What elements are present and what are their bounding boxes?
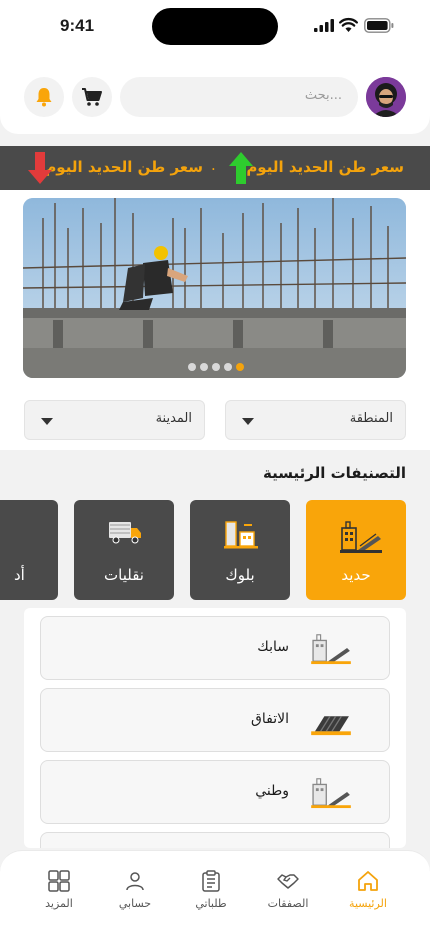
list-item[interactable]: سابك	[40, 616, 390, 680]
banner-image[interactable]	[23, 198, 406, 378]
pagination-dot[interactable]	[200, 363, 208, 371]
steel-icon	[311, 778, 351, 809]
wifi-icon	[339, 17, 358, 32]
arrow-up-icon	[229, 152, 253, 184]
nav-label: الصفقات	[267, 897, 309, 910]
region-select-label: المنطقة	[349, 411, 393, 426]
cart-button[interactable]	[72, 77, 112, 117]
truck-icon	[109, 522, 141, 544]
nav-orders[interactable]: طلباتي	[176, 869, 246, 910]
nav-label: حسابي	[118, 897, 152, 910]
dynamic-island	[152, 8, 278, 45]
nav-more[interactable]: المزيد	[24, 869, 94, 910]
steel-bars-icon	[311, 715, 351, 736]
pagination-dot[interactable]	[224, 363, 232, 371]
notifications-button[interactable]	[24, 77, 64, 117]
cart-icon	[82, 88, 102, 106]
steel-icon	[340, 521, 382, 553]
category-label: أد	[14, 566, 25, 584]
nav-label: الرئيسية	[349, 897, 387, 910]
nav-home[interactable]: الرئيسية	[333, 869, 403, 910]
steel-icon	[311, 634, 351, 665]
categories-title: التصنيفات الرئيسية	[263, 464, 406, 482]
home-icon	[358, 871, 378, 891]
subcategory-list: سابك الاتفاق وطني	[24, 608, 406, 848]
price-ticker[interactable]: سعر طن الحديد اليوم . سعر طن الحديد اليو…	[0, 146, 430, 190]
subcategory-label: وطني	[255, 783, 289, 799]
category-partial[interactable]: أد	[0, 500, 58, 600]
battery-icon	[364, 18, 394, 33]
pagination-dot-active[interactable]	[236, 363, 244, 371]
city-select-label: المدينة	[155, 411, 192, 426]
avatar[interactable]	[366, 77, 406, 117]
category-label: حديد	[341, 566, 371, 584]
ticker-item: سعر طن الحديد اليوم	[45, 158, 203, 176]
bell-icon	[36, 88, 52, 107]
search-input[interactable]: بحث...	[120, 77, 358, 117]
banner-section	[0, 190, 430, 390]
app-header: بحث...	[0, 54, 430, 134]
status-time: 9:41	[60, 16, 95, 35]
caret-down-icon	[242, 418, 254, 425]
category-label: نقليات	[104, 566, 144, 584]
category-label: بلوك	[225, 566, 255, 584]
ticker-separator: .	[211, 156, 216, 174]
search-placeholder: بحث...	[304, 88, 342, 103]
list-item[interactable]: الاتفاق	[40, 688, 390, 752]
block-icon	[224, 521, 258, 549]
category-iron[interactable]: حديد	[306, 500, 406, 600]
ticker-item: سعر طن الحديد اليوم	[246, 158, 404, 176]
subcategory-label: الاتفاق	[251, 711, 289, 727]
grid-icon	[48, 870, 70, 892]
nav-label: طلباتي	[195, 897, 227, 910]
pagination-dot[interactable]	[212, 363, 220, 371]
list-item[interactable]	[40, 832, 390, 848]
filters-bar: المنطقة المدينة	[0, 390, 430, 450]
arrow-down-icon	[28, 152, 52, 184]
category-transport[interactable]: نقليات	[74, 500, 174, 600]
status-bar: 9:41	[0, 0, 430, 54]
caret-down-icon	[41, 418, 53, 425]
nav-label: المزيد	[45, 897, 73, 910]
categories-carousel[interactable]: حديد بلوك نقليات أد	[0, 500, 430, 600]
subcategory-label: سابك	[257, 639, 289, 655]
user-icon	[126, 872, 144, 891]
nav-account[interactable]: حسابي	[100, 869, 170, 910]
nav-deals[interactable]: الصفقات	[253, 869, 323, 910]
clipboard-icon	[202, 870, 220, 892]
bottom-navigation: الرئيسية الصفقات طلباتي حسابي المزيد	[0, 850, 430, 932]
signal-icon	[314, 19, 334, 32]
handshake-icon	[277, 874, 299, 889]
list-item[interactable]: وطني	[40, 760, 390, 824]
category-block[interactable]: بلوك	[190, 500, 290, 600]
city-select[interactable]: المدينة	[24, 400, 205, 440]
banner-pagination	[188, 363, 244, 371]
pagination-dot[interactable]	[188, 363, 196, 371]
region-select[interactable]: المنطقة	[225, 400, 406, 440]
